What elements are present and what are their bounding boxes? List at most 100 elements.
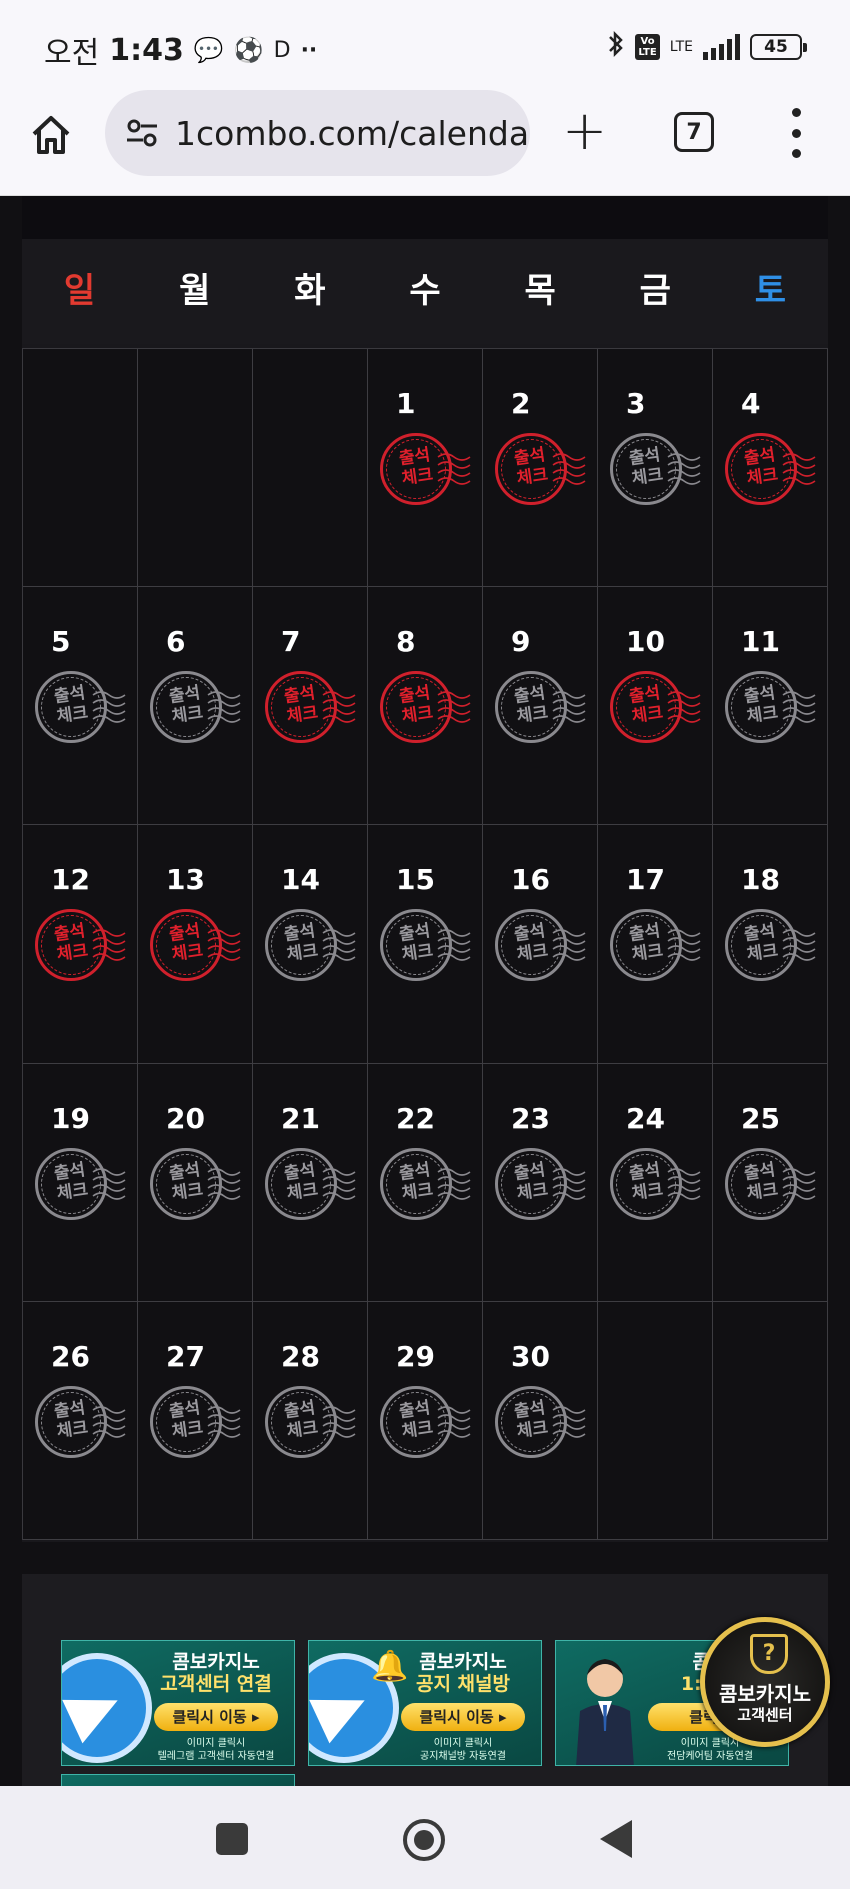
calendar-day-cell[interactable]: 14 출석 체크 xyxy=(253,825,368,1064)
attendance-unchecked-stamp: 출석 체크 xyxy=(608,905,704,985)
calendar-day-cell[interactable]: 28 출석 체크 xyxy=(253,1301,368,1540)
attendance-unchecked-stamp: 출석 체크 xyxy=(723,1144,819,1224)
tab-count: 7 xyxy=(686,119,702,145)
attendance-checked-stamp: 출석 체크 xyxy=(723,429,819,509)
customer-center-floating-button[interactable]: ? 콤보카지노 고객센터 xyxy=(700,1617,830,1747)
day-number: 23 xyxy=(511,1101,550,1135)
home-nav-button[interactable] xyxy=(403,1819,445,1861)
back-button[interactable] xyxy=(600,1820,632,1858)
banner-title-line1: 콤보카지노 xyxy=(172,1651,260,1673)
recent-apps-button[interactable] xyxy=(216,1823,248,1855)
banner-caption: 이미지 클릭시 공지채널방 자동연결 xyxy=(395,1737,531,1763)
attendance-unchecked-stamp: 출석 체크 xyxy=(723,667,819,747)
attendance-unchecked-stamp: 출석 체크 xyxy=(608,429,704,509)
stamp-text-bottom: 체크 xyxy=(515,1179,550,1204)
calendar-day-cell[interactable]: 10 출석 체크 xyxy=(598,587,713,826)
calendar-empty-cell xyxy=(713,1301,828,1540)
cs-badge-line1: 콤보카지노 xyxy=(719,1682,811,1706)
banner-cs-connect[interactable]: 콤보카지노 고객센터 연결 클릭시 이동 ▸ 이미지 클릭시 텔레그램 고객센터 자… xyxy=(61,1640,295,1766)
url-text[interactable]: 1combo.com/calenda xyxy=(175,114,529,153)
calendar-grid: 1 출석 체크 2 출석 체크 3 출석 체크 4 출석 체크 5 출석 체크 6 출석 체크 7 출석 체크 8 출석 체크… xyxy=(22,348,828,1540)
calendar-day-cell[interactable]: 8 출석 체크 xyxy=(368,587,483,826)
attendance-unchecked-stamp: 출석 체크 xyxy=(493,667,589,747)
stamp-text-bottom: 체크 xyxy=(400,1179,435,1204)
banner-button[interactable]: 클릭시 이동 ▸ xyxy=(154,1703,278,1731)
stamp-text-bottom: 체크 xyxy=(630,1179,665,1204)
bluetooth-icon xyxy=(607,30,625,64)
calendar-day-cell[interactable]: 6 출석 체크 xyxy=(138,587,253,826)
home-icon xyxy=(32,116,70,154)
calendar-day-cell[interactable]: 9 출석 체크 xyxy=(483,587,598,826)
shield-icon: ? xyxy=(750,1634,788,1674)
battery-level: 45 xyxy=(764,37,788,57)
attendance-unchecked-stamp: 출석 체크 xyxy=(493,1382,589,1462)
volte-icon: Vo LTE xyxy=(635,34,660,60)
home-button[interactable] xyxy=(28,112,74,158)
agent-avatar-image xyxy=(576,1659,634,1765)
calendar-day-cell[interactable]: 20 출석 체크 xyxy=(138,1063,253,1302)
calendar-day-cell[interactable]: 26 출석 체크 xyxy=(23,1301,138,1540)
attendance-checked-stamp: 출석 체크 xyxy=(148,905,244,985)
battery-icon: 45 xyxy=(750,34,807,60)
calendar-day-cell[interactable]: 24 출석 체크 xyxy=(598,1063,713,1302)
calendar-day-cell[interactable]: 12 출석 체크 xyxy=(23,825,138,1064)
site-settings-icon[interactable] xyxy=(125,118,159,148)
telegram-icon xyxy=(62,1653,152,1763)
calendar-day-cell[interactable]: 19 출석 체크 xyxy=(23,1063,138,1302)
calendar-day-cell[interactable]: 13 출석 체크 xyxy=(138,825,253,1064)
calendar-day-cell[interactable]: 22 출석 체크 xyxy=(368,1063,483,1302)
attendance-checked-stamp: 출석 체크 xyxy=(263,667,359,747)
stamp-text-bottom: 체크 xyxy=(745,1179,780,1204)
calendar-day-cell[interactable]: 18 출석 체크 xyxy=(713,825,828,1064)
calendar-day-cell[interactable]: 11 출석 체크 xyxy=(713,587,828,826)
calendar-day-cell[interactable]: 4 출석 체크 xyxy=(713,349,828,588)
attendance-unchecked-stamp: 출석 체크 xyxy=(33,1144,129,1224)
day-number: 26 xyxy=(51,1339,90,1373)
browser-menu-button[interactable] xyxy=(788,108,804,158)
calendar-day-cell[interactable]: 5 출석 체크 xyxy=(23,587,138,826)
day-number: 18 xyxy=(741,863,780,897)
tab-switcher-button[interactable]: 7 xyxy=(674,112,714,152)
day-number: 8 xyxy=(396,625,416,659)
calendar-day-cell[interactable]: 17 출석 체크 xyxy=(598,825,713,1064)
calendar-day-cell[interactable]: 23 출석 체크 xyxy=(483,1063,598,1302)
new-tab-button[interactable]: + xyxy=(562,104,607,158)
calendar-day-cell[interactable]: 29 출석 체크 xyxy=(368,1301,483,1540)
soccer-ball-icon: ⚽ xyxy=(233,36,264,64)
stamp-text-bottom: 체크 xyxy=(55,1179,90,1204)
calendar-day-cell[interactable]: 15 출석 체크 xyxy=(368,825,483,1064)
weekday-mon: 월 xyxy=(179,271,211,311)
banner-caption: 이미지 클릭시 텔레그램 고객센터 자동연결 xyxy=(148,1737,284,1763)
banner-button[interactable]: 클릭시 이동 ▸ xyxy=(401,1703,525,1731)
chat-bubble-icon: 💬 xyxy=(193,36,224,64)
calendar-day-cell[interactable]: 16 출석 체크 xyxy=(483,825,598,1064)
banner-title: 콤보카지노 공지 채널방 xyxy=(393,1651,533,1695)
banner-title-line2: 공지 채널방 xyxy=(415,1673,510,1695)
day-number: 1 xyxy=(396,387,416,420)
attendance-unchecked-stamp: 출석 체크 xyxy=(608,1144,704,1224)
day-number: 6 xyxy=(166,625,186,659)
day-number: 30 xyxy=(511,1339,550,1373)
calendar-day-cell[interactable]: 25 출석 체크 xyxy=(713,1063,828,1302)
banner-button-label: 클릭시 이동 xyxy=(419,1708,494,1726)
banner-caption-line2: 텔레그램 고객센터 자동연결 xyxy=(157,1751,275,1762)
attendance-unchecked-stamp: 출석 체크 xyxy=(148,1382,244,1462)
banner-notice-channel[interactable]: 🔔 콤보카지노 공지 채널방 클릭시 이동 ▸ 이미지 클릭시 공지채널방 자동연결 xyxy=(308,1640,542,1766)
calendar-day-cell[interactable]: 3 출석 체크 xyxy=(598,349,713,588)
calendar-day-cell[interactable]: 27 출석 체크 xyxy=(138,1301,253,1540)
calendar-day-cell[interactable]: 7 출석 체크 xyxy=(253,587,368,826)
day-number: 2 xyxy=(511,387,531,420)
stamp-text-bottom: 체크 xyxy=(55,1417,90,1442)
notification-letter: D xyxy=(273,37,291,63)
calendar-day-cell[interactable]: 21 출석 체크 xyxy=(253,1063,368,1302)
attendance-checked-stamp: 출석 체크 xyxy=(378,667,474,747)
calendar-day-cell[interactable]: 2 출석 체크 xyxy=(483,349,598,588)
day-number: 28 xyxy=(281,1339,320,1373)
calendar-day-cell[interactable]: 30 출석 체크 xyxy=(483,1301,598,1540)
time-ampm: 오전 xyxy=(44,36,100,71)
weekday-tue: 화 xyxy=(294,271,326,311)
calendar-day-cell[interactable]: 1 출석 체크 xyxy=(368,349,483,588)
cs-badge-line2: 고객센터 xyxy=(737,1706,793,1724)
day-number: 10 xyxy=(626,625,665,659)
address-bar[interactable]: 1combo.com/calenda xyxy=(105,90,530,176)
